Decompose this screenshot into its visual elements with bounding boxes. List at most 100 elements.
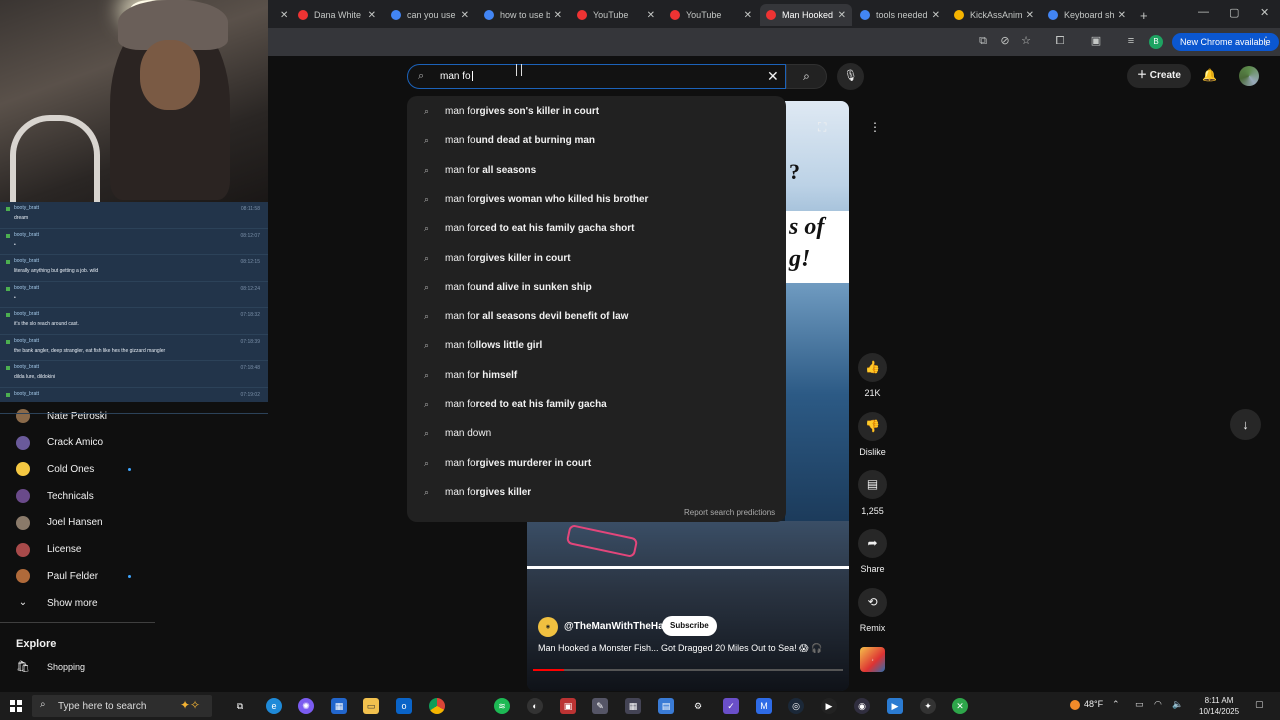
browser-tab[interactable]: YouTube ✕ [664,4,758,26]
taskbar-clock[interactable]: 8:11 AM 10/14/2025 [1199,695,1239,717]
search-suggestion[interactable]: ⌕ man forgives murderer in court [407,449,786,478]
close-icon[interactable]: ✕ [647,10,655,21]
task-view-icon[interactable]: ⧉ [232,698,248,714]
eye-off-icon[interactable]: ⊘ [998,34,1012,48]
bookmark-star-icon[interactable]: ☆ [1019,34,1033,48]
more-options-icon[interactable]: ⋮ [869,120,881,134]
reading-list-icon[interactable]: ≡ [1124,34,1138,48]
video-title[interactable]: Man Hooked a Monster Fish... Got Dragged… [538,643,822,654]
app-icon[interactable]: ▶ [887,698,903,714]
search-suggestion[interactable]: ⌕ man found alive in sunken ship [407,273,786,302]
volume-icon[interactable]: 🔈 [1172,699,1183,710]
browser-tab[interactable]: can you use ✕ [385,4,475,26]
search-suggestion[interactable]: ⌕ man forgives killer in court [407,244,786,273]
app-icon[interactable]: ✓ [723,698,739,714]
weather-widget[interactable]: 48°F [1070,699,1103,710]
settings-gear-icon[interactable]: ⚙ [690,698,706,714]
search-suggestion[interactable]: ⌕ man forgives woman who killed his broth… [407,185,786,214]
obs-icon[interactable]: ◉ [854,698,870,714]
steam-icon[interactable]: ◎ [788,698,804,714]
calculator-icon[interactable]: ▦ [625,698,641,714]
search-input[interactable]: ⌕ man fo ✕ [407,64,786,89]
search-suggestion[interactable]: ⌕ man for all seasons devil benefit of la… [407,302,786,331]
close-icon[interactable]: ✕ [280,10,288,21]
share-button[interactable]: ➦ [858,529,887,558]
browser-tab[interactable]: how to use b ✕ [478,4,568,26]
network-icon[interactable]: ▭ [1135,699,1144,710]
subscribe-button[interactable]: Subscribe [662,616,717,636]
notifications-icon[interactable]: ▢ [1255,699,1264,710]
browser-tab[interactable]: tools needed ✕ [854,4,946,26]
sound-thumbnail[interactable]: ♪ [860,647,885,672]
clear-search-icon[interactable]: ✕ [767,68,779,85]
voice-search-button[interactable]: 🎙 [837,63,864,90]
sidebar-subscription-item[interactable]: Paul Felder [16,563,176,589]
spotify-icon[interactable]: ≋ [494,698,510,714]
browser-menu-icon[interactable]: ⋮ [1260,34,1272,48]
search-suggestion[interactable]: ⌕ man down [407,419,786,448]
search-suggestion[interactable]: ⌕ man for himself [407,361,786,390]
comments-button[interactable]: ▤ [858,470,887,499]
remix-button[interactable]: ⟲ [858,588,887,617]
sidepanel-icon[interactable]: ▣ [1089,34,1103,48]
maximize-icon[interactable]: ▢ [1229,6,1239,19]
new-tab-button[interactable]: + [1134,4,1154,26]
search-suggestion[interactable]: ⌕ man forced to eat his family gacha shor… [407,214,786,243]
channel-avatar[interactable]: ◉ [538,617,558,637]
search-suggestion[interactable]: ⌕ man forgives killer [407,478,786,507]
chrome-icon[interactable] [429,698,445,714]
browser-tab[interactable]: Dana White ✕ [292,4,382,26]
store-icon[interactable]: ▦ [331,698,347,714]
app-icon[interactable]: ▤ [658,698,674,714]
browser-profile-avatar[interactable]: B [1149,35,1163,49]
sidebar-subscription-item[interactable]: Cold Ones [16,456,176,482]
browser-tab[interactable]: YouTube ✕ [571,4,661,26]
sidebar-subscription-item[interactable]: Joel Hansen [16,510,176,536]
sidebar-subscription-item[interactable]: License [16,537,176,563]
close-icon[interactable]: ✕ [1026,10,1034,21]
close-icon[interactable]: ✕ [744,10,752,21]
create-button[interactable]: ＋ Create [1127,64,1191,88]
browser-tab[interactable]: Keyboard sh ✕ [1042,4,1132,26]
copilot-icon[interactable]: ✺ [298,698,314,714]
windows-start-icon[interactable] [10,700,22,712]
tray-chevron-icon[interactable]: ⌃ [1112,699,1120,710]
notifications-bell-icon[interactable]: 🔔 [1202,68,1217,82]
browser-tab-active[interactable]: Man Hooked ✕ [760,4,852,26]
show-more-button[interactable]: ⌄ Show more [16,590,176,616]
wifi-icon[interactable]: ◠ [1154,699,1162,710]
app-icon[interactable]: ▣ [560,698,576,714]
app-icon[interactable]: M [756,698,772,714]
next-short-button[interactable]: ↓ [1230,409,1261,440]
close-icon[interactable]: ✕ [838,10,846,21]
search-suggestion[interactable]: ⌕ man follows little girl [407,331,786,360]
search-suggestion[interactable]: ⌕ man forced to eat his family gacha [407,390,786,419]
file-explorer-icon[interactable]: ▭ [363,698,379,714]
xbox-icon[interactable]: ✕ [952,698,968,714]
sidebar-subscription-item[interactable]: Technicals [16,483,176,509]
app-icon[interactable]: ◐ [527,698,543,714]
close-icon[interactable]: ✕ [368,10,376,21]
search-suggestion[interactable]: ⌕ man for all seasons [407,156,786,185]
outlook-icon[interactable]: o [396,698,412,714]
close-icon[interactable]: ✕ [461,10,469,21]
report-search-predictions-link[interactable]: Report search predictions [684,508,775,517]
close-icon[interactable]: ✕ [554,10,562,21]
like-button[interactable]: 👍 [858,353,887,382]
extensions-icon[interactable]: ⧠ [1053,34,1067,48]
app-icon[interactable]: ✎ [592,698,608,714]
minimize-icon[interactable]: — [1198,6,1209,18]
browser-tab[interactable]: ✕ [270,4,288,26]
app-icon[interactable]: ✦ [920,698,936,714]
dislike-button[interactable]: 👎 [858,412,887,441]
fullscreen-icon[interactable]: ⛶ [818,120,826,135]
search-query[interactable]: man fo [440,71,473,82]
search-suggestion[interactable]: ⌕ man found dead at burning man [407,126,786,155]
video-progress-bar[interactable] [533,669,843,671]
install-app-icon[interactable]: ⧉ [976,34,990,48]
account-avatar[interactable] [1239,66,1259,86]
close-icon[interactable]: ✕ [1118,10,1126,21]
search-button[interactable]: ⌕ [786,64,827,89]
sidebar-item-shopping[interactable]: 🛍 Shopping [16,660,85,674]
media-player-icon[interactable]: ▶ [821,698,837,714]
